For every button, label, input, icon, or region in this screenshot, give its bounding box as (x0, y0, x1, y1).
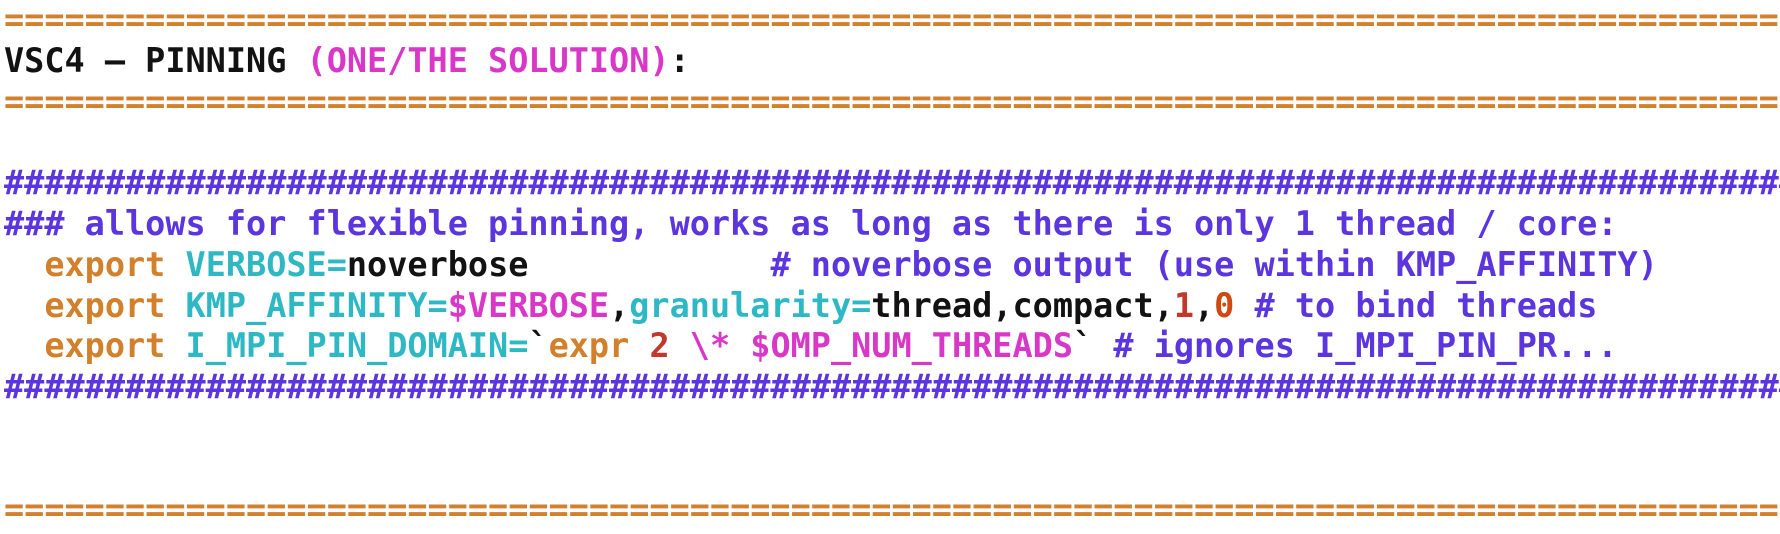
comment-allows-flexible-pinning: ### allows for flexible pinning, works a… (0, 204, 1780, 245)
title-line-seg-0: VSC4 – PINNING (4, 40, 307, 80)
hash-rule-bottom-seg-0: ########################################… (4, 367, 1780, 407)
comment-allows-flexible-pinning-seg-0: ### allows for flexible pinning, works a… (4, 203, 1618, 243)
hash-rule-top-seg-0: ########################################… (4, 163, 1780, 203)
export-i-mpi-pin-domain-line-seg-5: expr (548, 326, 630, 366)
export-kmp-affinity-line-seg-3: KMP_AFFINITY= (185, 285, 448, 325)
rule-top: ========================================… (0, 0, 1780, 41)
export-i-mpi-pin-domain-line-seg-4: ` (528, 326, 549, 366)
export-i-mpi-pin-domain-line-seg-9: \* $OMP_NUM_THREADS (689, 326, 1073, 366)
export-verbose-line-seg-5 (528, 245, 770, 284)
export-kmp-affinity-line-seg-7: thread,compact, (871, 285, 1174, 325)
export-kmp-affinity-line-seg-10: 0 (1214, 285, 1235, 325)
export-kmp-affinity-line-seg-6: granularity= (629, 285, 872, 325)
export-verbose-line-seg-2 (165, 245, 185, 284)
export-verbose-line: export VERBOSE=noverbose # noverbose out… (0, 245, 1780, 286)
export-kmp-affinity-line-seg-8: 1 (1173, 285, 1194, 325)
export-i-mpi-pin-domain-line-seg-1: export (44, 326, 166, 366)
blank-2 (0, 408, 1780, 449)
export-kmp-affinity-line-seg-1: export (44, 285, 166, 325)
blank-2-seg-0 (4, 408, 24, 447)
hash-rule-bottom: ########################################… (0, 367, 1780, 408)
export-i-mpi-pin-domain-line-seg-12: # ignores I_MPI_PIN_PR... (1113, 326, 1618, 366)
title-line-seg-1: (ONE/THE SOLUTION) (306, 40, 670, 80)
export-kmp-affinity-line-seg-2 (165, 286, 185, 325)
title-line-seg-2: : (669, 40, 690, 80)
export-i-mpi-pin-domain-line-seg-10: ` (1073, 326, 1094, 366)
export-kmp-affinity-line-seg-12: # to bind threads (1254, 285, 1598, 325)
rule-under-title-seg-0: ========================================… (4, 81, 1780, 121)
export-verbose-line-seg-6: # noverbose output (use within KMP_AFFIN… (770, 244, 1658, 284)
export-i-mpi-pin-domain-line-seg-7: 2 (649, 326, 670, 366)
export-kmp-affinity-line: export KMP_AFFINITY=$VERBOSE,granularity… (0, 286, 1780, 327)
export-i-mpi-pin-domain-line-seg-3: I_MPI_PIN_DOMAIN= (185, 326, 529, 366)
title-line: VSC4 – PINNING (ONE/THE SOLUTION): (0, 41, 1780, 82)
export-i-mpi-pin-domain-line-seg-8 (670, 326, 690, 365)
export-i-mpi-pin-domain-line-seg-2 (165, 326, 185, 365)
export-kmp-affinity-line-seg-4: $VERBOSE (447, 285, 610, 325)
export-verbose-line-seg-1: export (44, 244, 166, 284)
blank-3-seg-0 (4, 449, 24, 488)
export-verbose-line-seg-0 (4, 245, 44, 284)
export-i-mpi-pin-domain-line-seg-6 (629, 326, 649, 365)
rule-top-seg-0: ========================================… (4, 0, 1780, 39)
hash-rule-top: ########################################… (0, 163, 1780, 204)
blank-1 (0, 122, 1780, 163)
export-kmp-affinity-line-seg-11 (1234, 286, 1254, 325)
rule-under-title: ========================================… (0, 82, 1780, 123)
rule-bottom-seg-0: ========================================… (4, 489, 1780, 529)
export-i-mpi-pin-domain-line-seg-0 (4, 326, 44, 365)
blank-3 (0, 449, 1780, 490)
terminal-output-pane[interactable]: ========================================… (0, 0, 1780, 534)
export-verbose-line-seg-3: VERBOSE= (185, 244, 347, 284)
export-i-mpi-pin-domain-line-seg-11 (1093, 326, 1113, 365)
export-i-mpi-pin-domain-line: export I_MPI_PIN_DOMAIN=`expr 2 \* $OMP_… (0, 326, 1780, 367)
rule-bottom: ========================================… (0, 490, 1780, 531)
export-kmp-affinity-line-seg-5: , (609, 285, 630, 325)
export-verbose-line-seg-4: noverbose (346, 244, 529, 284)
export-kmp-affinity-line-seg-0 (4, 286, 44, 325)
blank-1-seg-0 (4, 122, 24, 161)
export-kmp-affinity-line-seg-9: , (1194, 285, 1215, 325)
